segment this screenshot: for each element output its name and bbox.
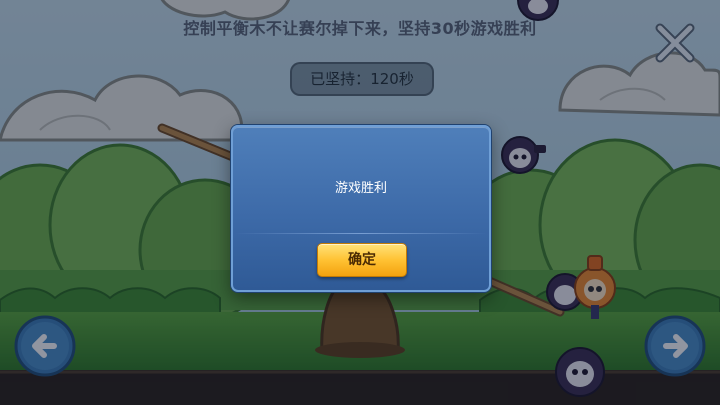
dialog-divider <box>235 233 487 234</box>
confirm-button[interactable]: 确定 <box>317 243 407 277</box>
dialog-message: 游戏胜利 <box>334 181 387 196</box>
victory-dialog: 游戏胜利 确定 <box>231 125 491 292</box>
game-stage[interactable]: 控制平衡木不让赛尔掉下来，坚持30秒游戏胜利 已坚持：120秒 游戏胜利 确定 <box>0 0 720 405</box>
